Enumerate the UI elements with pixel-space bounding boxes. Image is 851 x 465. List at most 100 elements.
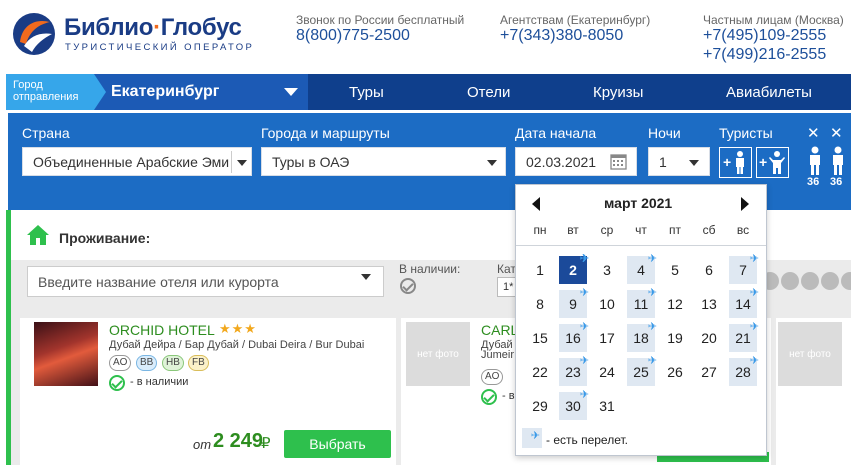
calendar-day[interactable]: 23 ✈ xyxy=(559,355,589,386)
plane-icon: ✈ xyxy=(579,355,589,367)
hotel-name[interactable]: ORCHID HOTEL xyxy=(109,322,215,338)
main-nav: Город отправления Екатеринбург Туры Отел… xyxy=(6,74,851,110)
calendar-day[interactable]: 21 ✈ xyxy=(729,321,759,352)
calendar-day[interactable]: 3 xyxy=(593,256,621,284)
calendar-day[interactable]: 8 xyxy=(526,290,554,318)
calendar-day[interactable]: 25 ✈ xyxy=(627,355,657,386)
home-icon xyxy=(27,225,49,245)
contact-label-agencies: Агентствам (Екатеринбург) xyxy=(500,13,651,27)
hotel-name[interactable]: CARL xyxy=(481,322,518,338)
plane-icon: ✈ xyxy=(647,287,657,299)
calendar-day[interactable]: 22 xyxy=(526,358,554,386)
next-month-icon[interactable] xyxy=(741,197,749,211)
lodging-label: Проживание: xyxy=(59,230,151,246)
calendar-day[interactable]: 20 xyxy=(695,324,723,352)
calendar-day[interactable]: 12 xyxy=(661,290,689,318)
add-adult-icon: + xyxy=(723,151,744,174)
plane-icon: ✈ xyxy=(749,321,759,333)
calendar-day[interactable]: 5 xyxy=(661,256,689,284)
hotel-search-placeholder: Введите название отеля или курорта xyxy=(38,274,279,290)
calendar-day[interactable]: 27 xyxy=(695,358,723,386)
country-select[interactable]: Объединенные Арабские Эмир xyxy=(22,147,252,176)
calendar-day-number: 26 xyxy=(667,364,683,380)
calendar-day[interactable]: 26 xyxy=(661,358,689,386)
calendar-day-number: 18 xyxy=(633,330,649,346)
add-child-button[interactable]: + xyxy=(756,147,789,178)
prev-month-icon[interactable] xyxy=(532,197,540,211)
chevron-down-icon xyxy=(689,160,699,166)
calendar-day[interactable]: 17 xyxy=(593,324,621,352)
add-child-icon: + xyxy=(759,151,785,174)
hotel-location-2: Jumeir xyxy=(481,349,515,361)
nights-label: Ночи xyxy=(648,125,681,141)
calendar-day-number: 24 xyxy=(599,364,615,380)
calendar-day[interactable]: 24 xyxy=(593,358,621,386)
calendar-day[interactable]: 28 ✈ xyxy=(729,355,759,386)
logo-text[interactable]: Библио·Глобус xyxy=(64,14,242,42)
calendar-day[interactable]: 29 xyxy=(526,392,554,420)
calendar-day[interactable]: 9 ✈ xyxy=(559,287,589,318)
flight-legend-swatch: ✈ xyxy=(522,428,542,448)
nav-tours[interactable]: Туры xyxy=(349,84,384,101)
like-filter-icon[interactable] xyxy=(801,272,819,290)
calendar-icon[interactable] xyxy=(610,153,627,170)
departure-city-selector[interactable]: Город отправления Екатеринбург xyxy=(6,74,308,110)
hotel-search-input[interactable]: Введите название отеля или курорта xyxy=(27,266,384,297)
calendar-day[interactable]: 13 xyxy=(695,290,723,318)
add-adult-button[interactable]: + xyxy=(719,147,752,178)
calendar-day-number: 2 xyxy=(569,262,577,278)
calendar-day-number: 12 xyxy=(667,296,683,312)
logo-icon[interactable] xyxy=(12,12,56,56)
hotel-location: Дубай Дейра / Бар Дубай / Dubai Deira / … xyxy=(109,339,365,351)
route-select[interactable]: Туры в ОАЭ xyxy=(261,147,506,176)
calendar-day[interactable]: 10 xyxy=(593,290,621,318)
contact-phone-private-1[interactable]: +7(495)109-2555 xyxy=(703,27,826,45)
calendar-day[interactable]: 6 xyxy=(695,256,723,284)
availability-label: В наличии: xyxy=(399,262,461,276)
logo-subtitle: ТУРИСТИЧЕСКИЙ ОПЕРАТОР xyxy=(65,42,255,53)
calendar-day[interactable]: 15 xyxy=(526,324,554,352)
calendar-day[interactable]: 14 ✈ xyxy=(729,287,759,318)
calendar-day[interactable]: 7 ✈ xyxy=(729,253,759,284)
globe-filter-icon[interactable] xyxy=(821,272,839,290)
child-icon xyxy=(833,146,843,175)
contact-phone-agencies[interactable]: +7(343)380-8050 xyxy=(500,27,623,45)
price-prefix: от xyxy=(193,437,212,452)
country-label: Страна xyxy=(22,125,70,141)
calendar-day-number: 25 xyxy=(633,364,649,380)
plane-icon: ✈ xyxy=(749,355,759,367)
nav-cruises[interactable]: Круизы xyxy=(593,84,643,101)
calendar-day[interactable]: 30 ✈ xyxy=(559,389,589,420)
availability-check-icon[interactable] xyxy=(400,278,416,294)
date-input[interactable]: 02.03.2021 xyxy=(515,147,637,176)
calendar-day[interactable]: 4 ✈ xyxy=(627,253,657,284)
calendar-day-number: 20 xyxy=(701,330,717,346)
flight-legend-text: - есть перелет. xyxy=(546,433,628,447)
remove-child-2-icon[interactable]: ✕ xyxy=(830,124,843,142)
chevron-down-icon xyxy=(237,160,247,166)
nav-hotels[interactable]: Отели xyxy=(467,84,510,101)
nav-flights[interactable]: Авиабилеты xyxy=(726,84,812,101)
select-hotel-button[interactable]: Выбрать xyxy=(284,430,391,458)
departure-city-tag: Город отправления xyxy=(6,74,106,110)
calendar-day[interactable]: 1 xyxy=(526,256,554,284)
contact-phone-private-2[interactable]: +7(499)216-2555 xyxy=(703,46,826,64)
calendar-day-number: 23 xyxy=(565,364,581,380)
check-circle-icon xyxy=(481,389,497,405)
calendar-day[interactable]: 19 xyxy=(661,324,689,352)
chevron-down-icon xyxy=(284,88,298,96)
hotel-stars: ★★★ xyxy=(219,321,257,336)
weekday-header: вс xyxy=(736,223,750,237)
remove-child-1-icon[interactable]: ✕ xyxy=(807,124,820,142)
calendar-day[interactable]: 2 ✈ xyxy=(559,253,589,284)
family-filter-icon[interactable] xyxy=(781,272,799,290)
calendar-day[interactable]: 11 ✈ xyxy=(627,287,657,318)
route-value: Туры в ОАЭ xyxy=(272,154,350,170)
nights-select[interactable]: 1 xyxy=(648,147,710,176)
weekday-header: пт xyxy=(669,223,681,237)
contact-phone-russia[interactable]: 8(800)775-2500 xyxy=(296,27,410,45)
calendar-day[interactable]: 18 ✈ xyxy=(627,321,657,352)
hotel-photo[interactable] xyxy=(34,322,98,386)
calendar-day[interactable]: 31 xyxy=(593,392,621,420)
calendar-day[interactable]: 16 ✈ xyxy=(559,321,589,352)
